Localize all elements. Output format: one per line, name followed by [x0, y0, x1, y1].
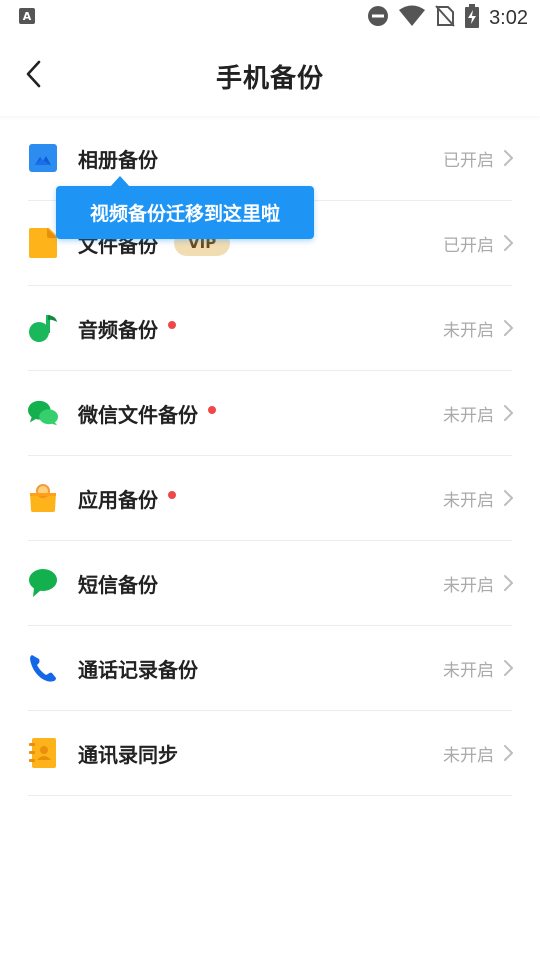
app-bar: 手机备份 — [0, 36, 540, 116]
list-item-wechat-backup[interactable]: 微信文件备份 未开启 — [28, 371, 513, 456]
app-bag-icon — [28, 483, 58, 513]
list-item-contacts-sync[interactable]: 通讯录同步 未开启 — [28, 711, 513, 796]
photo-album-icon — [28, 143, 58, 173]
chevron-right-icon — [502, 234, 516, 252]
chevron-right-icon — [502, 574, 516, 592]
phone-icon — [28, 653, 58, 683]
no-sim-icon — [435, 5, 455, 31]
status-time: 3:02 — [489, 6, 528, 29]
red-dot-badge — [168, 321, 176, 329]
chevron-right-icon — [502, 319, 516, 337]
list-item-label: 微信文件备份 — [78, 402, 198, 427]
sms-bubble-icon — [28, 568, 58, 598]
keyboard-a-icon: A — [18, 7, 36, 29]
list-item-label: 通话记录备份 — [78, 657, 198, 682]
red-dot-badge — [168, 491, 176, 499]
chevron-right-icon — [502, 659, 516, 677]
list-item-audio-backup[interactable]: 音频备份 未开启 — [28, 286, 513, 371]
wechat-icon — [28, 398, 58, 428]
status-text: 未开启 — [443, 660, 494, 681]
status-text: 未开启 — [443, 745, 494, 766]
contacts-book-icon — [28, 738, 58, 768]
wifi-icon — [399, 5, 426, 31]
status-text: 已开启 — [443, 150, 494, 171]
music-note-icon — [28, 313, 58, 343]
status-text: 未开启 — [443, 490, 494, 511]
chevron-right-icon — [502, 744, 516, 762]
list-item-label: 短信备份 — [78, 572, 158, 597]
list-item-app-backup[interactable]: 应用备份 未开启 — [28, 456, 513, 541]
status-bar: A 3:02 — [0, 0, 540, 36]
video-backup-tooltip[interactable]: 视频备份迁移到这里啦 — [56, 186, 314, 239]
list-item-label: 应用备份 — [78, 487, 158, 512]
svg-text:A: A — [23, 10, 32, 23]
do-not-disturb-icon — [367, 5, 389, 31]
list-item-sms-backup[interactable]: 短信备份 未开启 — [28, 541, 513, 626]
file-icon — [28, 228, 58, 258]
status-text: 未开启 — [443, 405, 494, 426]
list-item-label: 通讯录同步 — [78, 742, 178, 767]
status-text: 未开启 — [443, 320, 494, 341]
chevron-right-icon — [502, 489, 516, 507]
battery-charging-icon — [465, 4, 480, 32]
back-button[interactable] — [8, 50, 60, 102]
chevron-right-icon — [502, 404, 516, 422]
chevron-right-icon — [502, 149, 516, 167]
status-text: 未开启 — [443, 575, 494, 596]
list-item-label: 音频备份 — [78, 317, 158, 342]
status-text: 已开启 — [443, 235, 494, 256]
page-title: 手机备份 — [215, 63, 324, 94]
red-dot-badge — [208, 406, 216, 414]
list-item-call-log-backup[interactable]: 通话记录备份 未开启 — [28, 626, 513, 711]
chevron-left-icon — [24, 59, 44, 93]
list-item-label: 相册备份 — [78, 147, 158, 172]
